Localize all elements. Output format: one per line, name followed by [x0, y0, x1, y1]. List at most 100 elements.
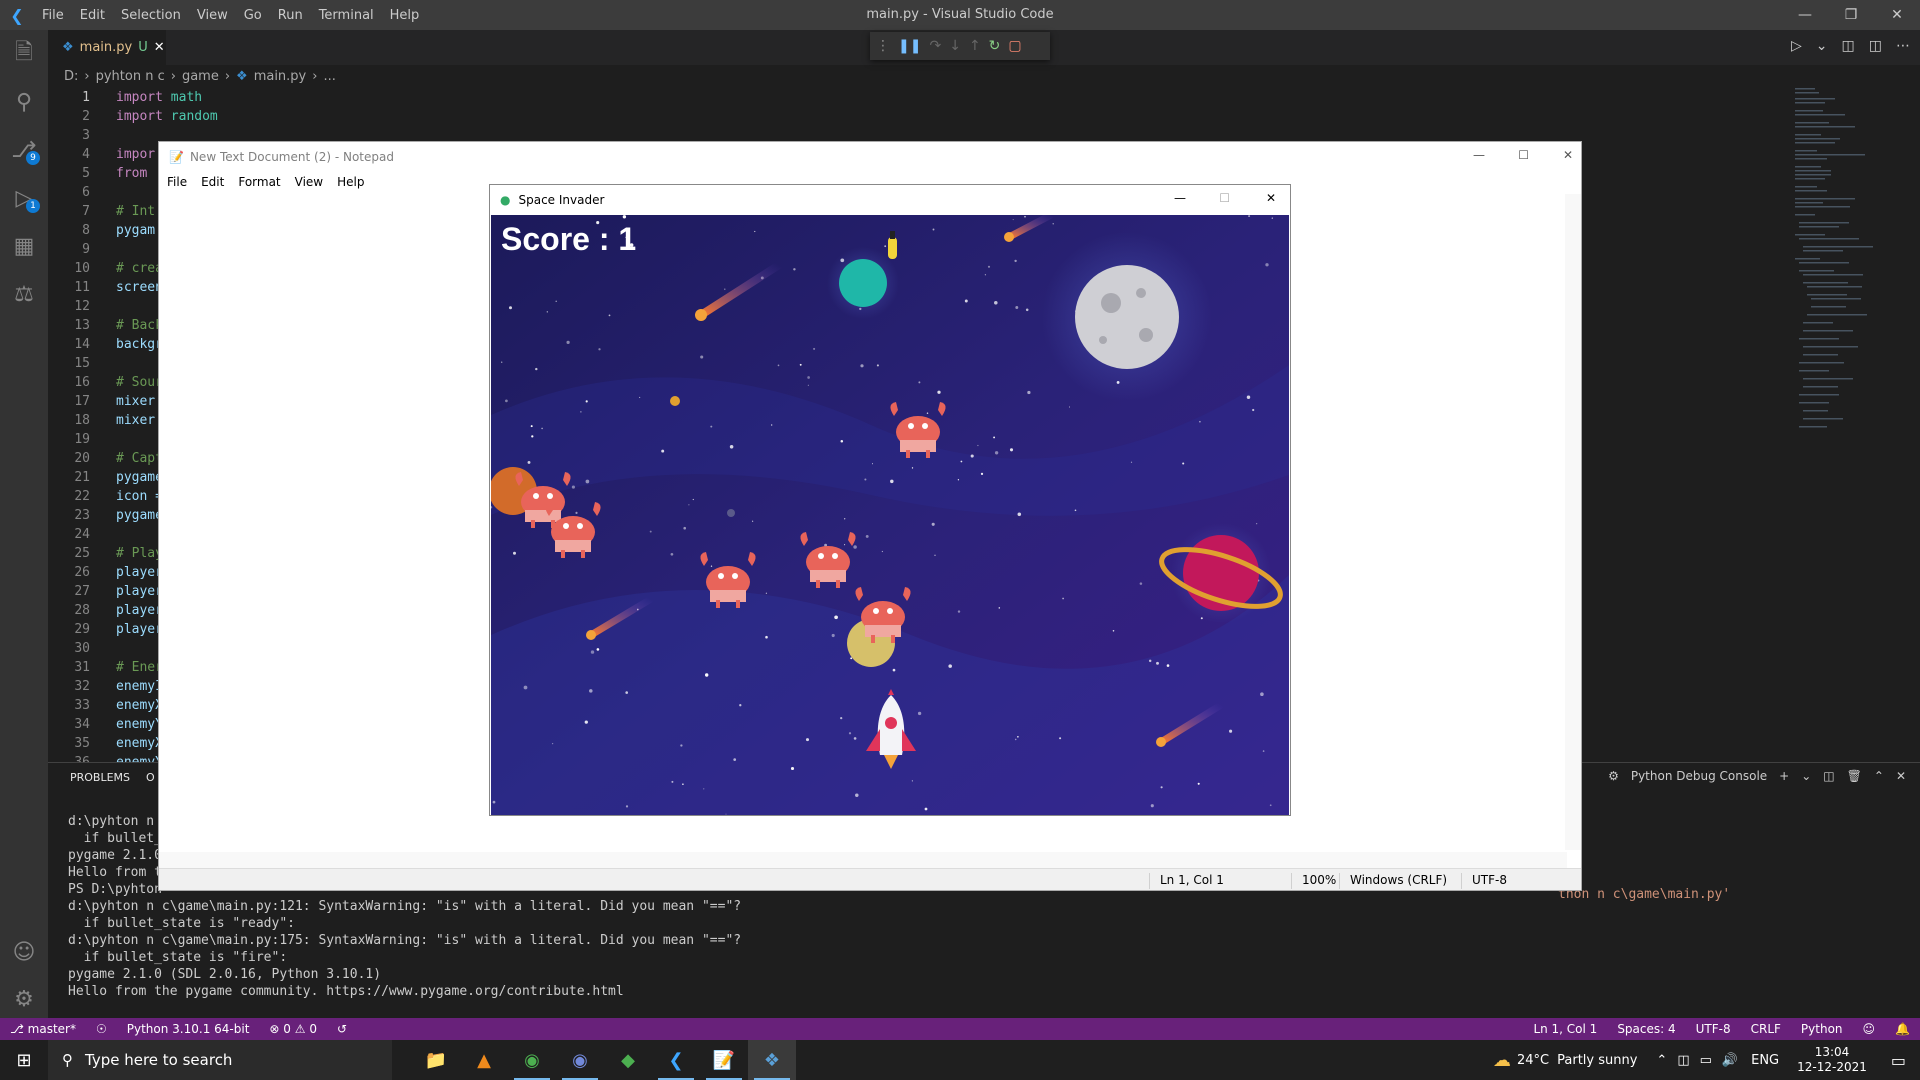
star	[535, 367, 538, 371]
breadcrumb-drive[interactable]: D:	[64, 69, 78, 84]
menu-terminal[interactable]: Terminal	[311, 8, 382, 23]
notification-center-icon[interactable]: ▭	[1877, 1051, 1920, 1070]
file-explorer-icon[interactable]: 📁	[412, 1040, 460, 1080]
chevron-down-icon[interactable]: ⌄	[1816, 38, 1828, 54]
minimize-button[interactable]: —	[1782, 0, 1828, 30]
menu-help[interactable]: Help	[382, 8, 428, 23]
notepad-titlebar[interactable]: 📝 New Text Document (2) - Notepad — ☐ ✕	[159, 142, 1581, 172]
np-menu-help[interactable]: Help	[337, 175, 364, 189]
breadcrumb-symbol[interactable]: ...	[323, 69, 335, 84]
close-panel-icon[interactable]: ✕	[1896, 769, 1906, 783]
clock[interactable]: 13:04 12-12-2021	[1787, 1045, 1877, 1075]
step-over-icon[interactable]: ↷	[929, 38, 941, 54]
np-menu-edit[interactable]: Edit	[201, 175, 224, 189]
taskbar-search[interactable]: ⚲ Type here to search	[48, 1040, 392, 1080]
more-actions-icon[interactable]: ⋯	[1896, 38, 1910, 54]
menu-go[interactable]: Go	[236, 8, 270, 23]
accounts-icon[interactable]: ☺	[0, 928, 48, 976]
notepad-minimize-button[interactable]: —	[1473, 148, 1485, 162]
extensions-icon[interactable]: ▦	[0, 222, 48, 270]
game-close-button[interactable]: ✕	[1266, 191, 1276, 205]
star	[680, 744, 683, 747]
branch-status[interactable]: ⎇ master*	[0, 1022, 86, 1036]
step-into-icon[interactable]: ↓	[949, 38, 961, 54]
indentation-status[interactable]: Spaces: 4	[1607, 1022, 1685, 1036]
menu-view[interactable]: View	[189, 8, 236, 23]
cursor-position[interactable]: Ln 1, Col 1	[1523, 1022, 1607, 1036]
chevron-up-icon[interactable]: ⌃	[1651, 1053, 1672, 1068]
game-minimize-button[interactable]: —	[1174, 191, 1186, 205]
game-maximize-button[interactable]: ☐	[1219, 191, 1230, 205]
eol-status[interactable]: CRLF	[1741, 1022, 1791, 1036]
restore-button[interactable]: ❐	[1828, 0, 1874, 30]
network-icon[interactable]: ◫	[1672, 1053, 1694, 1068]
source-control-icon[interactable]: ⎇ 9	[0, 126, 48, 174]
breadcrumb-folder[interactable]: pyhton n c	[96, 69, 165, 84]
gitkraken-icon[interactable]: ◆	[604, 1040, 652, 1080]
vlc-icon[interactable]: ▲	[460, 1040, 508, 1080]
tab-close-icon[interactable]: ✕	[154, 40, 165, 55]
notepad-close-button[interactable]: ✕	[1563, 148, 1573, 162]
search-icon[interactable]: ⚲	[0, 78, 48, 126]
open-changes-icon[interactable]: ◫	[1842, 38, 1855, 54]
breadcrumb-file[interactable]: main.py	[254, 69, 307, 84]
python-taskbar-icon[interactable]: ❖	[748, 1040, 796, 1080]
discord-icon[interactable]: ◉	[556, 1040, 604, 1080]
notepad-taskbar-icon[interactable]: 📝	[700, 1040, 748, 1080]
feedback-icon[interactable]: ☺	[1853, 1022, 1886, 1036]
chevron-down-icon[interactable]: ⌄	[1801, 769, 1811, 783]
menu-edit[interactable]: Edit	[72, 8, 113, 23]
minimap[interactable]	[1790, 86, 1920, 466]
step-out-icon[interactable]: ↑	[969, 38, 981, 54]
chrome-icon[interactable]: ◉	[508, 1040, 556, 1080]
explorer-icon[interactable]: 🗎	[0, 30, 48, 78]
terminal-selector[interactable]: Python Debug Console	[1631, 769, 1767, 783]
tab-problems[interactable]: PROBLEMS	[70, 771, 130, 784]
notifications-bell-icon[interactable]: 🔔	[1885, 1022, 1920, 1036]
notepad-vertical-scrollbar[interactable]	[1565, 194, 1581, 850]
split-editor-icon[interactable]: ◫	[1869, 38, 1882, 54]
split-terminal-icon[interactable]: ◫	[1823, 769, 1834, 783]
game-canvas[interactable]: Score : 1	[491, 215, 1289, 815]
sync-icon[interactable]: ☉	[86, 1022, 117, 1036]
vscode-taskbar-icon[interactable]: ❮	[652, 1040, 700, 1080]
monitor-icon[interactable]: ▭	[1695, 1053, 1717, 1068]
encoding-status[interactable]: UTF-8	[1686, 1022, 1741, 1036]
run-file-icon[interactable]: ▷	[1791, 38, 1802, 54]
np-menu-view[interactable]: View	[295, 175, 323, 189]
tab-main-py[interactable]: ❖ main.py U ✕	[48, 30, 166, 65]
code-line: # Back	[116, 318, 163, 333]
settings-gear-icon[interactable]: ⚙	[0, 975, 48, 1023]
pause-icon[interactable]: ❚❚	[898, 38, 921, 54]
volume-icon[interactable]: 🔊	[1717, 1053, 1743, 1068]
testing-icon[interactable]: ⚖	[0, 270, 48, 318]
live-share-icon[interactable]: ↺	[327, 1022, 357, 1036]
np-menu-file[interactable]: File	[167, 175, 187, 189]
tab-output[interactable]: O	[146, 771, 155, 784]
new-terminal-icon[interactable]: +	[1779, 769, 1789, 783]
game-titlebar[interactable]: ● Space Invader — ☐ ✕	[490, 185, 1290, 215]
close-button[interactable]: ✕	[1874, 0, 1920, 30]
language-indicator[interactable]: ENG	[1743, 1053, 1787, 1068]
trash-icon[interactable]: 🗑	[1847, 769, 1862, 783]
menu-file[interactable]: File	[34, 8, 72, 23]
weather-text[interactable]: Partly sunny	[1557, 1053, 1651, 1068]
notepad-horizontal-scrollbar[interactable]	[159, 852, 1567, 868]
interpreter-status[interactable]: Python 3.10.1 64-bit	[117, 1022, 260, 1036]
np-menu-format[interactable]: Format	[238, 175, 280, 189]
menu-run[interactable]: Run	[270, 8, 311, 23]
restart-icon[interactable]: ↻	[989, 38, 1001, 54]
stop-icon[interactable]: ▢	[1008, 38, 1021, 54]
language-status[interactable]: Python	[1791, 1022, 1853, 1036]
problems-status[interactable]: ⊗ 0 ⚠ 0	[259, 1022, 327, 1036]
drag-handle-icon[interactable]: ⋮	[876, 38, 890, 54]
star	[622, 215, 627, 219]
menu-selection[interactable]: Selection	[113, 8, 189, 23]
breadcrumb-subfolder[interactable]: game	[182, 69, 219, 84]
windows-start-icon[interactable]: ⊞	[0, 1040, 48, 1080]
weather-temp[interactable]: 24°C	[1517, 1053, 1557, 1068]
run-debug-icon[interactable]: ▷ 1	[0, 174, 48, 222]
notepad-maximize-button[interactable]: ☐	[1518, 148, 1529, 162]
maximize-panel-icon[interactable]: ⌃	[1874, 769, 1884, 783]
weather-sun-icon[interactable]: ☁	[1487, 1050, 1517, 1071]
